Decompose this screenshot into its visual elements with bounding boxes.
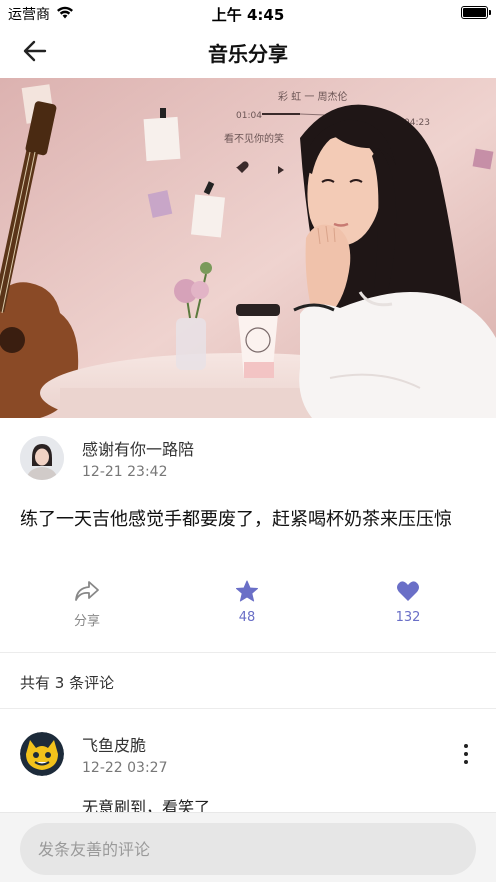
comment-input-bar [0, 812, 496, 882]
svg-text:01:04: 01:04 [236, 111, 262, 121]
more-options-button[interactable] [456, 742, 476, 766]
commenter-name[interactable]: 飞鱼皮脆 [82, 732, 146, 756]
nav-bar: 音乐分享 [0, 26, 496, 76]
favorite-button[interactable]: 48 [187, 580, 307, 636]
comment-item: 飞鱼皮脆 12-22 03:27 无意刷到，看笑了 [20, 728, 476, 818]
heart-icon [397, 581, 419, 601]
share-label: 分享 [73, 614, 100, 629]
more-icon [464, 744, 468, 748]
comment-input[interactable] [20, 823, 476, 875]
battery-icon [461, 6, 491, 19]
status-bar: 运营商 上午 4:45 [0, 0, 496, 26]
page-title: 音乐分享 [208, 42, 288, 66]
post-text: 练了一天吉他感觉手都要废了，赶紧喝杯奶茶来压压惊 [20, 509, 452, 530]
svg-text:彩 虹 一 周杰伦: 彩 虹 一 周杰伦 [278, 90, 348, 103]
favorite-count: 48 [238, 610, 256, 625]
svg-text:看不见你的笑: 看不见你的笑 [224, 132, 284, 145]
status-time: 上午 4:45 [211, 6, 285, 24]
post-actions: 分享 48 132 [0, 580, 496, 640]
like-count: 132 [395, 610, 421, 625]
star-icon [236, 580, 258, 602]
divider [0, 708, 496, 709]
share-icon [75, 581, 99, 601]
share-button[interactable]: 分享 [27, 580, 147, 636]
post-photo: 彩 虹 一 周杰伦 01:04 04:23 看不见你的笑 [0, 78, 496, 418]
divider [0, 652, 496, 653]
like-button[interactable]: 132 [348, 580, 468, 636]
comment-time: 12-22 03:27 [82, 760, 168, 776]
commenter-avatar[interactable] [20, 732, 64, 776]
author-name[interactable]: 感谢有你一路陪 [82, 436, 194, 460]
post-time: 12-21 23:42 [82, 464, 168, 480]
post-author: 感谢有你一路陪 12-21 23:42 [20, 432, 476, 488]
author-avatar[interactable] [20, 436, 64, 480]
comments-count: 共有 3 条评论 [20, 674, 115, 692]
